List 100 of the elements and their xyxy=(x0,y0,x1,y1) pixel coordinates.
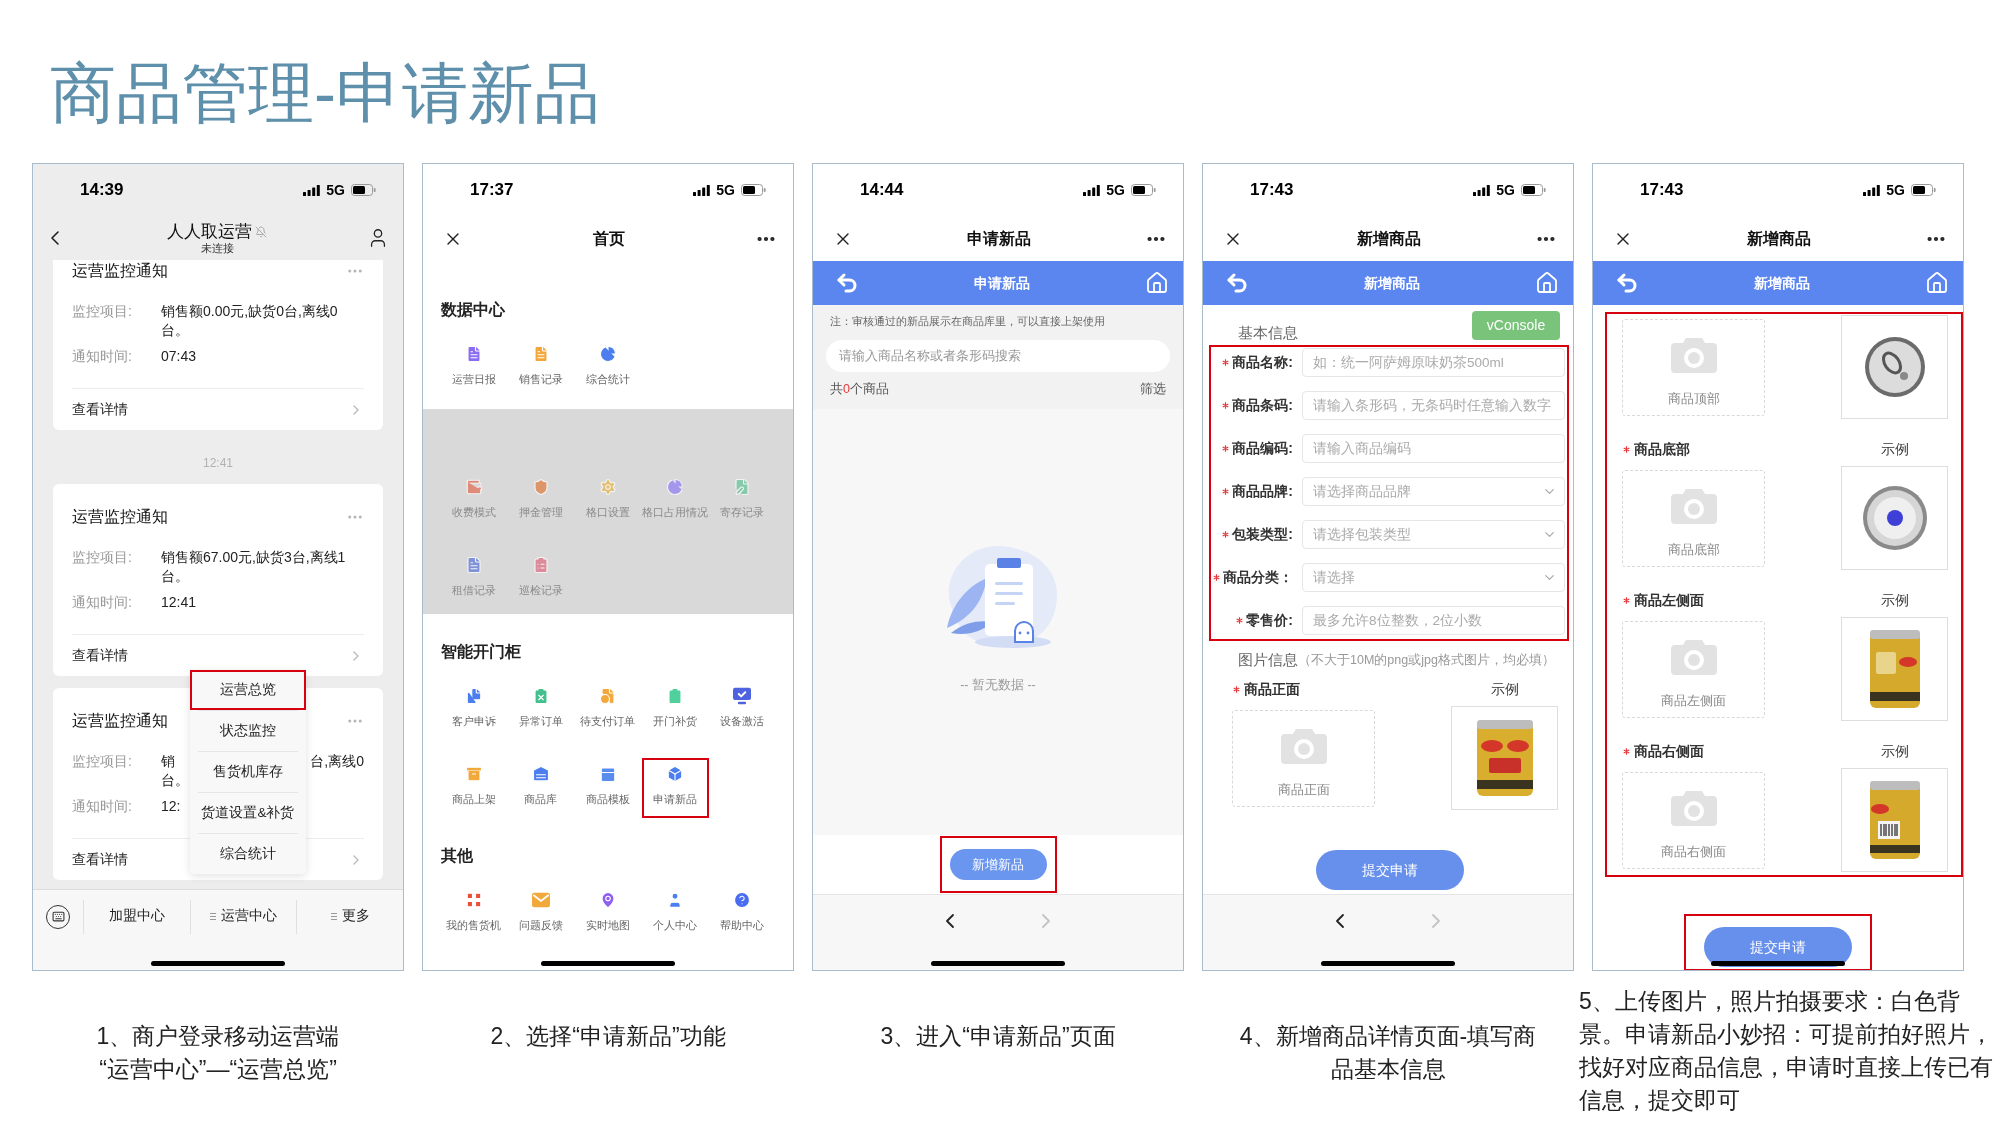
menu-item[interactable]: 商品上架 xyxy=(440,758,508,818)
input-field[interactable]: 请输入商品编码 xyxy=(1302,434,1565,463)
menu-item[interactable]: 设备激活 xyxy=(708,680,776,740)
menu-item[interactable]: 问题反馈 xyxy=(507,884,575,944)
back-arrow-icon[interactable] xyxy=(1615,271,1639,295)
step-caption: 2、选择“申请新品”功能 xyxy=(490,1022,726,1051)
menu-item[interactable]: 我的售货机 xyxy=(440,884,508,944)
details-link[interactable]: 查看详情 xyxy=(72,646,128,665)
menu-item[interactable]: 综合统计 xyxy=(190,834,306,874)
field-label: 监控项目: xyxy=(72,752,133,771)
card-title: 运营监控通知 xyxy=(72,711,168,731)
upload-label: 商品正面 xyxy=(1244,679,1300,699)
menu-item[interactable]: 待支付订单 xyxy=(574,680,642,740)
network-label: 5G xyxy=(1886,180,1905,200)
signal-icon xyxy=(1473,184,1491,196)
signal-icon xyxy=(693,184,711,196)
upload-box[interactable]: 商品底部 xyxy=(1622,469,1765,567)
field-label: 通知时间: xyxy=(72,797,133,816)
home-icon[interactable] xyxy=(1145,271,1169,295)
camera-icon xyxy=(1670,336,1717,373)
select-field[interactable]: 请选择 xyxy=(1302,563,1565,592)
details-link[interactable]: 查看详情 xyxy=(72,400,128,419)
note-text: 注：审核通过的新品展示在商品库里，可以直接上架使用 xyxy=(829,314,1106,328)
field-label: 监控项目: xyxy=(72,302,133,321)
signal-icon xyxy=(1083,184,1101,196)
page-title: 首页 xyxy=(593,228,625,249)
battery-icon xyxy=(1521,184,1546,196)
menu-item[interactable]: 商品模板 xyxy=(574,758,642,818)
details-link[interactable]: 查看详情 xyxy=(72,850,128,869)
menu-item[interactable]: 销售记录 xyxy=(507,338,575,398)
envelope-icon xyxy=(531,891,550,909)
field-value: 销售额0.00元,缺货0台,离线0台。 xyxy=(161,302,339,340)
menu-tab[interactable]: 运营中心 xyxy=(189,899,297,934)
upload-label: 商品右侧面 xyxy=(1634,741,1704,761)
warehouse-icon xyxy=(531,765,550,783)
menu-tab[interactable]: 加盟中心 xyxy=(83,899,190,934)
field-label: 包装类型: xyxy=(1232,525,1293,544)
menu-item[interactable]: 帮助中心 xyxy=(708,884,776,944)
box-icon xyxy=(666,765,685,783)
menu-item[interactable]: 售货机库存 xyxy=(190,752,306,792)
slide-title: 商品管理-申请新品 xyxy=(50,60,600,126)
field-label: 商品编码: xyxy=(1232,439,1293,458)
input-field[interactable]: 请输入条形码，无条码时任意输入数字 xyxy=(1302,391,1565,420)
menu-item[interactable]: 货道设置&补货 xyxy=(190,793,306,833)
connection-status: 未连接 xyxy=(200,241,234,255)
upload-box[interactable]: 商品顶部 xyxy=(1622,318,1765,416)
menu-item[interactable]: 运营日报 xyxy=(440,338,508,398)
section-hint: （不大于10M的png或jpg格式图片，均必填） xyxy=(1298,651,1555,669)
menu-item[interactable]: 商品库 xyxy=(507,758,575,818)
help-icon xyxy=(733,891,752,909)
section-heading: 其他 xyxy=(440,846,474,866)
upload-box[interactable]: 商品右侧面 xyxy=(1622,771,1765,869)
menu-item[interactable]: 运营总览 xyxy=(190,670,306,710)
menu-item[interactable]: 客户申诉 xyxy=(440,680,508,740)
status-time: 17:43 xyxy=(1640,179,1684,202)
home-icon[interactable] xyxy=(1535,271,1559,295)
shield-icon xyxy=(531,478,550,496)
card-title: 运营监控通知 xyxy=(72,507,168,527)
map-pin-icon xyxy=(599,891,617,909)
menu-item[interactable]: 实时地图 xyxy=(574,884,642,944)
menu-tab[interactable]: 更多 xyxy=(296,899,403,934)
select-field[interactable]: 请选择包装类型 xyxy=(1302,520,1565,549)
page-title: 新增商品 xyxy=(1357,228,1421,249)
section-heading: 智能开门柜 xyxy=(440,642,522,662)
clipboard-icon xyxy=(531,556,550,574)
menu-item[interactable]: 开门补货 xyxy=(641,680,709,740)
search-field[interactable]: 请输入商品名称或者条形码搜索 xyxy=(826,340,1170,372)
back-arrow-icon[interactable] xyxy=(835,271,859,295)
camera-icon xyxy=(1670,638,1717,675)
input-field[interactable]: 最多允许8位整数，2位小数 xyxy=(1302,606,1565,635)
field-label: 商品条码: xyxy=(1232,396,1293,415)
battery-icon xyxy=(1911,184,1936,196)
field-value: 12:41 xyxy=(161,593,198,612)
menu-item[interactable]: 状态监控 xyxy=(190,711,306,751)
field-value: 台。 xyxy=(161,771,189,790)
status-time: 17:37 xyxy=(470,179,514,202)
upload-box[interactable]: 商品正面 xyxy=(1232,709,1375,807)
upload-label: 商品底部 xyxy=(1634,439,1690,459)
calendar-icon xyxy=(599,765,617,783)
chat-timestamp: 12:41 xyxy=(203,455,233,471)
menu-item[interactable]: 申请新品 xyxy=(641,758,709,818)
chat-title: 人人取运营 xyxy=(167,221,252,242)
menu-item[interactable]: 综合统计 xyxy=(574,338,642,398)
menu-item[interactable]: 异常订单 xyxy=(507,680,575,740)
step-caption: 5、上传图片，照片拍摄要求：白色背景。申请新品小妙招：可提前拍好照片，找好对应商品信息，申请时直接上传已有信息，提交即可 xyxy=(1579,987,1994,1115)
home-icon[interactable] xyxy=(1925,271,1949,295)
menu-item[interactable]: 个人中心 xyxy=(641,884,709,944)
input-field[interactable]: 如：统一阿萨姆原味奶茶500ml xyxy=(1302,348,1565,377)
back-arrow-icon[interactable] xyxy=(1225,271,1249,295)
example-label: 示例 xyxy=(1489,679,1520,699)
network-label: 5G xyxy=(1106,180,1125,200)
camera-icon xyxy=(1670,487,1717,524)
filter-button[interactable]: 筛选 xyxy=(1140,379,1166,399)
upload-box[interactable]: 商品左侧面 xyxy=(1622,620,1765,718)
field-label: 商品名称: xyxy=(1232,353,1293,372)
field-value: 销 xyxy=(161,752,175,771)
field-label: 零售价: xyxy=(1246,611,1293,630)
select-field[interactable]: 请选择商品品牌 xyxy=(1302,477,1565,506)
documents-icon xyxy=(464,687,483,705)
network-label: 5G xyxy=(326,180,345,200)
